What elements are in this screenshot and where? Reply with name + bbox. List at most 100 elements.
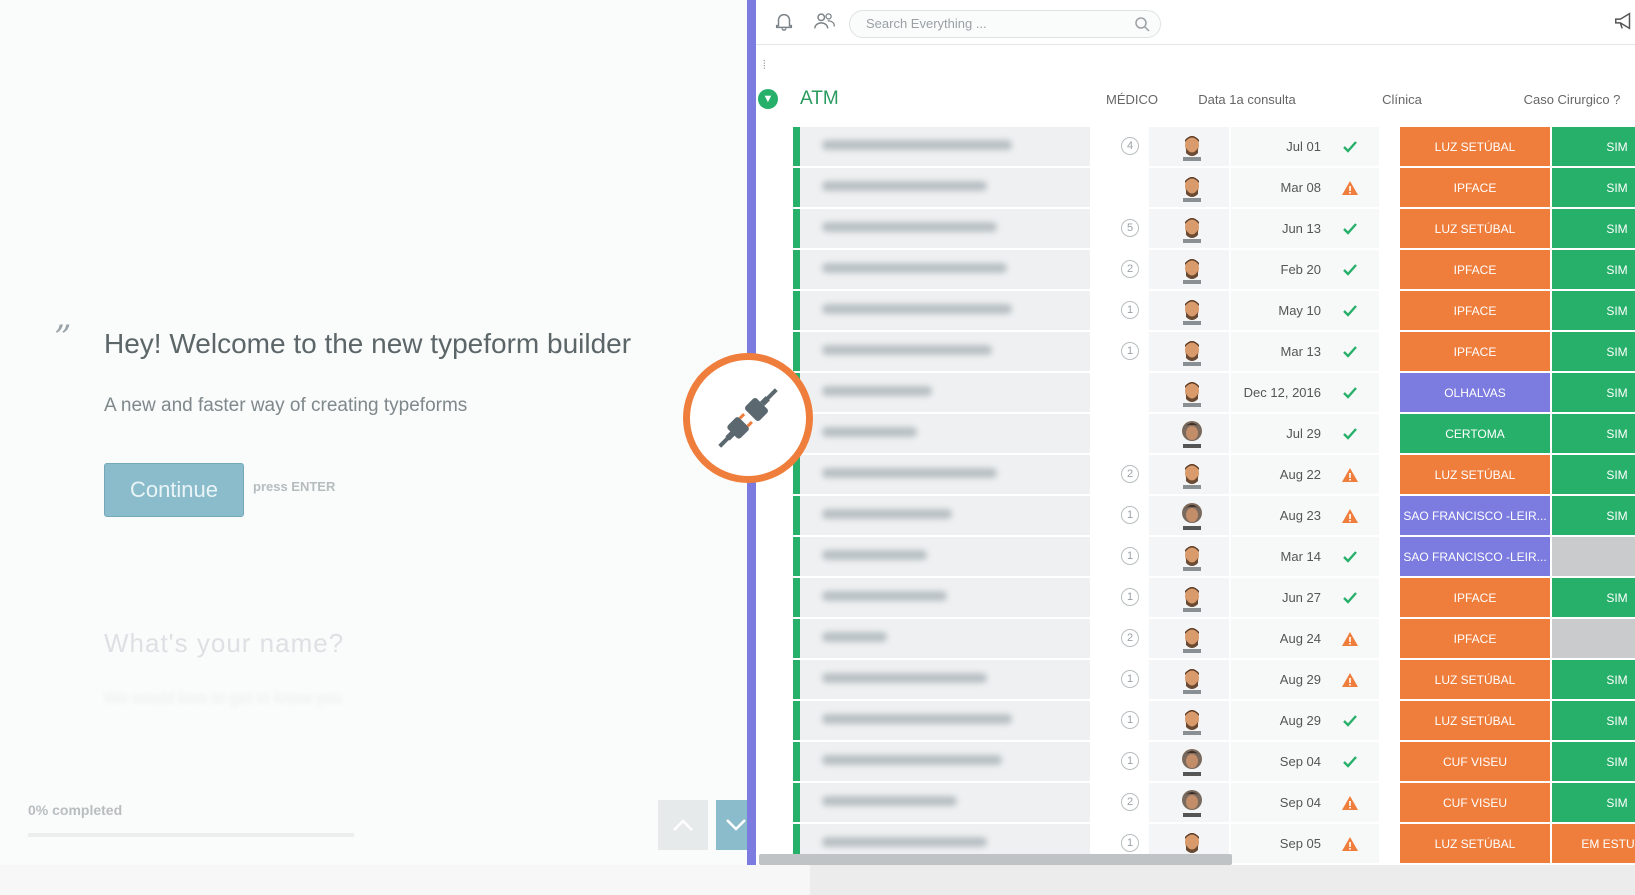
clinica-status-cell[interactable]: LUZ SETÚBAL — [1400, 209, 1550, 248]
updates-count-icon[interactable]: 2 — [1121, 465, 1139, 483]
clinica-status-cell[interactable]: LUZ SETÚBAL — [1400, 127, 1550, 166]
clinica-status-cell[interactable]: LUZ SETÚBAL — [1400, 824, 1550, 863]
clinica-status-cell[interactable]: CUF VISEU — [1400, 742, 1550, 781]
table-row[interactable]: 2 Sep 04 CUF VISEU SIM — [793, 783, 1635, 824]
table-row[interactable]: 1 Aug 29 LUZ SETÚBAL SIM — [793, 660, 1635, 701]
table-row[interactable]: 1 Mar 13 IPFACE SIM — [793, 332, 1635, 373]
item-name-cell[interactable] — [800, 250, 1090, 289]
table-row[interactable]: 1 Mar 14 SAO FRANCISCO -LEIR... — [793, 537, 1635, 578]
group-title[interactable]: ATM — [800, 88, 839, 110]
caso-status-cell[interactable]: SIM — [1552, 291, 1635, 330]
caso-status-cell[interactable]: SIM — [1552, 127, 1635, 166]
updates-count-icon[interactable]: 1 — [1121, 670, 1139, 688]
caso-status-cell[interactable] — [1552, 537, 1635, 576]
table-row[interactable]: Dec 12, 2016 OLHALVAS SIM — [793, 373, 1635, 414]
avatar[interactable] — [1181, 133, 1203, 161]
item-name-cell[interactable] — [800, 455, 1090, 494]
item-name-cell[interactable] — [800, 537, 1090, 576]
column-header-data[interactable]: Data 1a consulta — [1172, 92, 1322, 107]
avatar[interactable] — [1181, 584, 1203, 612]
updates-count-icon[interactable]: 5 — [1121, 219, 1139, 237]
clinica-status-cell[interactable]: IPFACE — [1400, 578, 1550, 617]
item-name-cell[interactable] — [800, 414, 1090, 453]
avatar[interactable] — [1181, 461, 1203, 489]
caso-status-cell[interactable]: SIM — [1552, 783, 1635, 822]
updates-count-icon[interactable]: 4 — [1121, 137, 1139, 155]
caso-status-cell[interactable]: SIM — [1552, 742, 1635, 781]
updates-count-icon[interactable]: 1 — [1121, 547, 1139, 565]
table-row[interactable]: 2 Aug 22 LUZ SETÚBAL SIM — [793, 455, 1635, 496]
caso-status-cell[interactable]: SIM — [1552, 496, 1635, 535]
updates-count-icon[interactable]: 1 — [1121, 588, 1139, 606]
caso-status-cell[interactable]: SIM — [1552, 660, 1635, 699]
avatar[interactable] — [1181, 379, 1203, 407]
next-question-button[interactable] — [716, 800, 750, 850]
caso-status-cell[interactable]: SIM — [1552, 168, 1635, 207]
avatar[interactable] — [1181, 215, 1203, 243]
caso-status-cell[interactable]: SIM — [1552, 373, 1635, 412]
clinica-status-cell[interactable]: IPFACE — [1400, 332, 1550, 371]
clinica-status-cell[interactable]: LUZ SETÚBAL — [1400, 701, 1550, 740]
table-row[interactable]: 1 Aug 23 SAO FRANCISCO -LEIR... SIM — [793, 496, 1635, 537]
item-name-cell[interactable] — [800, 660, 1090, 699]
updates-count-icon[interactable]: 1 — [1121, 752, 1139, 770]
item-name-cell[interactable] — [800, 783, 1090, 822]
item-name-cell[interactable] — [800, 168, 1090, 207]
item-name-cell[interactable] — [800, 619, 1090, 658]
item-name-cell[interactable] — [800, 496, 1090, 535]
updates-count-icon[interactable]: 1 — [1121, 301, 1139, 319]
clinica-status-cell[interactable]: IPFACE — [1400, 168, 1550, 207]
caso-status-cell[interactable]: SIM — [1552, 414, 1635, 453]
caso-status-cell[interactable]: SIM — [1552, 701, 1635, 740]
item-name-cell[interactable] — [800, 373, 1090, 412]
item-name-cell[interactable] — [800, 291, 1090, 330]
item-name-cell[interactable] — [800, 701, 1090, 740]
megaphone-icon[interactable] — [1613, 10, 1635, 32]
clinica-status-cell[interactable]: IPFACE — [1400, 250, 1550, 289]
caso-status-cell[interactable]: SIM — [1552, 332, 1635, 371]
horizontal-scrollbar[interactable] — [759, 854, 1232, 865]
avatar[interactable] — [1181, 256, 1203, 284]
item-name-cell[interactable] — [800, 209, 1090, 248]
avatar[interactable] — [1181, 666, 1203, 694]
updates-count-icon[interactable]: 2 — [1121, 629, 1139, 647]
item-name-cell[interactable] — [800, 742, 1090, 781]
clinica-status-cell[interactable]: CERTOMA — [1400, 414, 1550, 453]
clinica-status-cell[interactable]: LUZ SETÚBAL — [1400, 455, 1550, 494]
table-row[interactable]: 1 Jun 27 IPFACE SIM — [793, 578, 1635, 619]
clinica-status-cell[interactable]: IPFACE — [1400, 291, 1550, 330]
search-box[interactable] — [849, 10, 1161, 38]
updates-count-icon[interactable]: 1 — [1121, 506, 1139, 524]
clinica-status-cell[interactable]: CUF VISEU — [1400, 783, 1550, 822]
avatar[interactable] — [1181, 707, 1203, 735]
updates-count-icon[interactable]: 2 — [1121, 793, 1139, 811]
updates-count-icon[interactable]: 2 — [1121, 260, 1139, 278]
caso-status-cell[interactable]: SIM — [1552, 455, 1635, 494]
clinica-status-cell[interactable]: OLHALVAS — [1400, 373, 1550, 412]
column-header-clinica[interactable]: Clínica — [1327, 92, 1477, 107]
column-header-caso[interactable]: Caso Cirurgico ? — [1507, 92, 1635, 107]
avatar[interactable] — [1181, 748, 1203, 776]
avatar[interactable] — [1181, 297, 1203, 325]
clinica-status-cell[interactable]: IPFACE — [1400, 619, 1550, 658]
search-input[interactable] — [864, 15, 1128, 32]
avatar[interactable] — [1181, 625, 1203, 653]
bell-icon[interactable] — [773, 10, 795, 32]
avatar[interactable] — [1181, 420, 1203, 448]
group-collapse-icon[interactable]: ▼ — [758, 89, 778, 109]
avatar[interactable] — [1181, 789, 1203, 817]
avatar[interactable] — [1181, 502, 1203, 530]
previous-question-button[interactable] — [658, 800, 708, 850]
column-header-medico[interactable]: MÉDICO — [1087, 92, 1177, 107]
avatar[interactable] — [1181, 174, 1203, 202]
clinica-status-cell[interactable]: SAO FRANCISCO -LEIR... — [1400, 496, 1550, 535]
table-row[interactable]: Jul 29 CERTOMA SIM — [793, 414, 1635, 455]
caso-status-cell[interactable]: EM ESTUDO — [1552, 824, 1635, 863]
avatar[interactable] — [1181, 338, 1203, 366]
table-row[interactable]: 5 Jun 13 LUZ SETÚBAL SIM — [793, 209, 1635, 250]
caso-status-cell[interactable]: SIM — [1552, 209, 1635, 248]
table-row[interactable]: 1 May 10 IPFACE SIM — [793, 291, 1635, 332]
avatar[interactable] — [1181, 543, 1203, 571]
table-row[interactable]: 1 Sep 04 CUF VISEU SIM — [793, 742, 1635, 783]
updates-count-icon[interactable]: 1 — [1121, 834, 1139, 852]
